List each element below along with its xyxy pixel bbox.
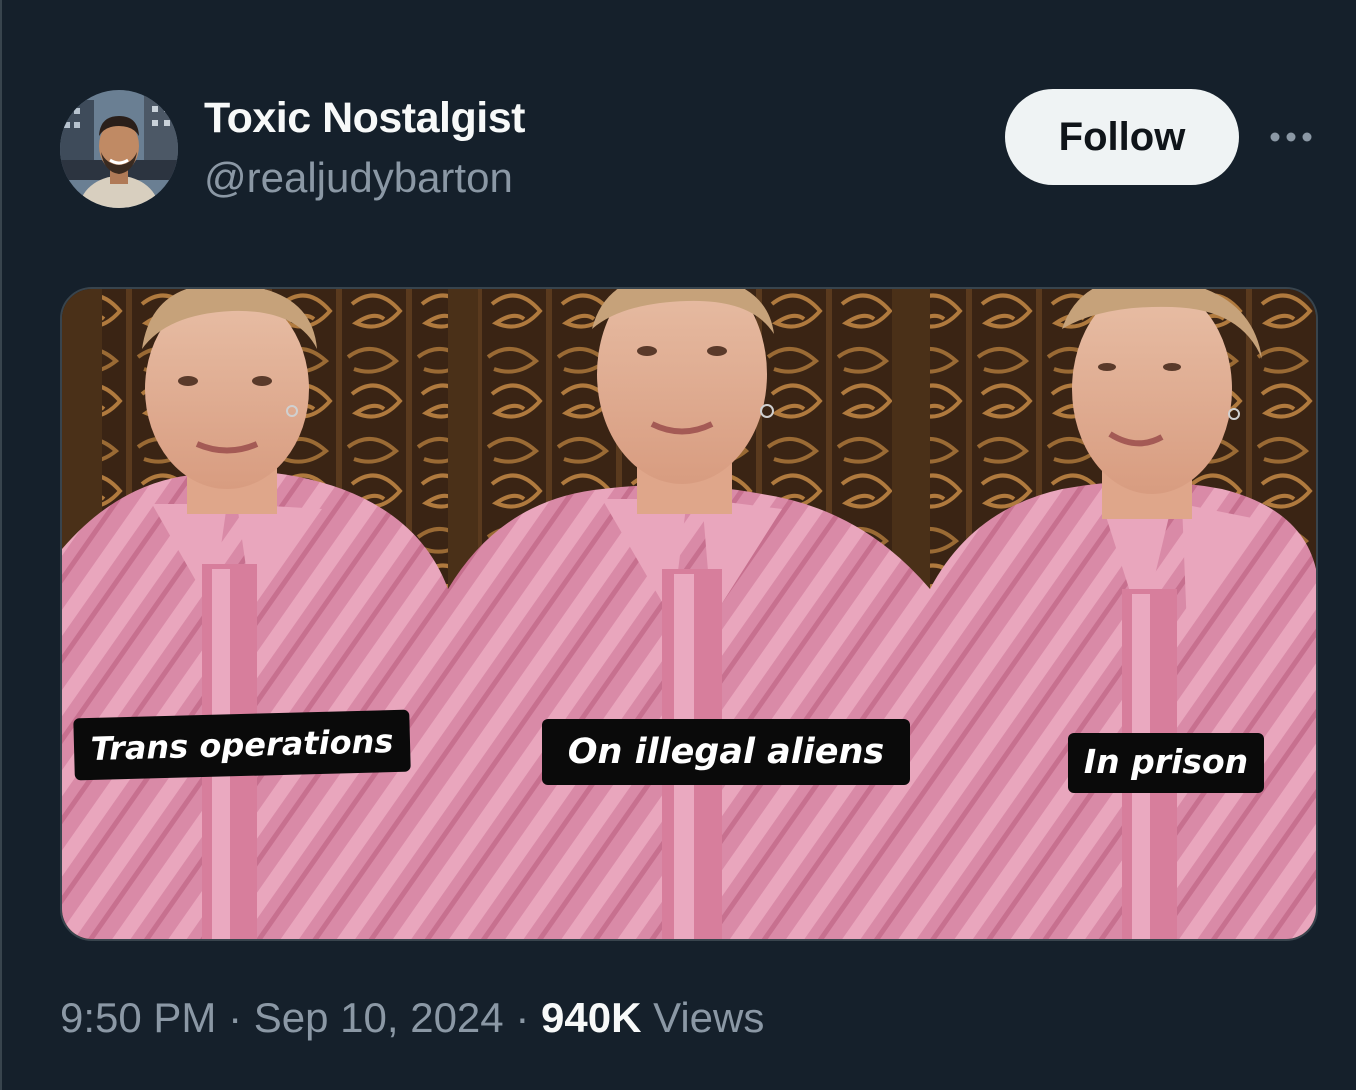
caption-1: Trans operations bbox=[73, 709, 411, 781]
media-collage: Trans operations On illegal aliens In pr… bbox=[62, 289, 1316, 939]
caption-3: In prison bbox=[1068, 733, 1264, 793]
tweet-media-image[interactable]: Trans operations On illegal aliens In pr… bbox=[60, 287, 1318, 941]
media-panel-2 bbox=[448, 289, 930, 939]
caption-2: On illegal aliens bbox=[542, 719, 910, 785]
author-handle[interactable]: @realjudybarton bbox=[204, 154, 513, 202]
tweet-date[interactable]: Sep 10, 2024 bbox=[254, 994, 504, 1041]
tweet-card: Toxic Nostalgist @realjudybarton Follow bbox=[0, 0, 1356, 1090]
more-horizontal-icon[interactable] bbox=[1268, 118, 1314, 156]
author-display-name[interactable]: Toxic Nostalgist bbox=[204, 94, 525, 143]
caption-1-text: Trans operations bbox=[90, 722, 394, 768]
meta-separator: · bbox=[515, 994, 530, 1041]
tweet-metadata: 9:50 PM · Sep 10, 2024 · 940K Views bbox=[60, 994, 764, 1042]
views-count[interactable]: 940K bbox=[541, 994, 641, 1041]
caption-2-text: On illegal aliens bbox=[568, 732, 885, 772]
follow-button[interactable]: Follow bbox=[1005, 89, 1239, 185]
caption-3-text: In prison bbox=[1084, 742, 1248, 781]
media-panel-3 bbox=[930, 289, 1316, 939]
meta-separator: · bbox=[228, 994, 243, 1041]
avatar-image bbox=[60, 90, 178, 208]
views-label: Views bbox=[653, 994, 765, 1041]
tweet-time[interactable]: 9:50 PM bbox=[60, 994, 216, 1041]
author-avatar[interactable] bbox=[60, 90, 178, 208]
media-panel-1 bbox=[62, 289, 448, 939]
